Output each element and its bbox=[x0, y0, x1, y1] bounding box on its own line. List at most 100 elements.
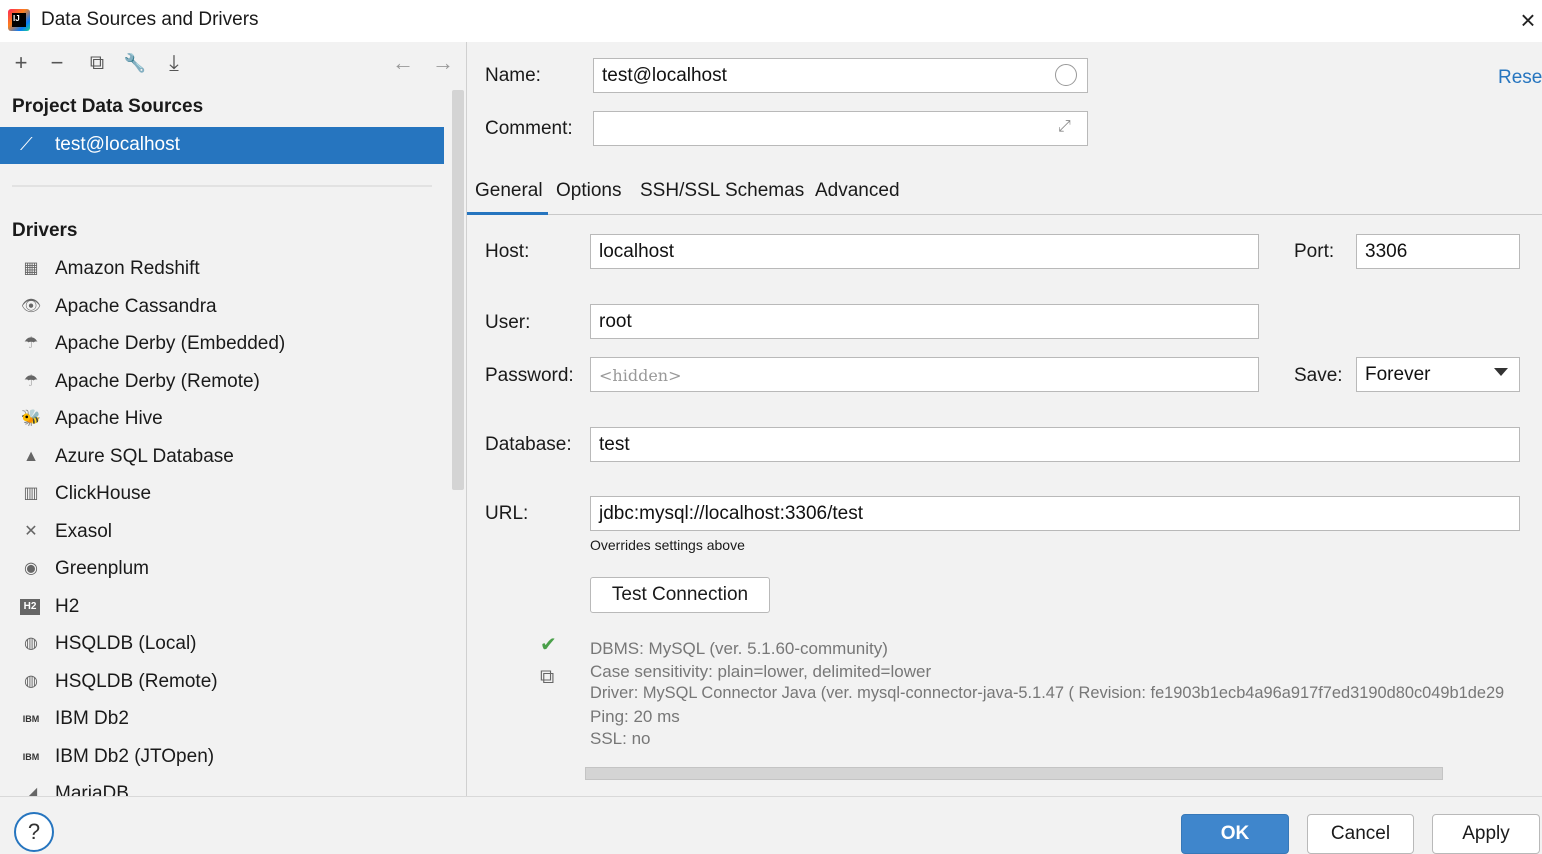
driver-item-ibm-db2-jtopen[interactable]: IBM IBM Db2 (JTOpen) bbox=[0, 740, 444, 777]
info-ssl: SSL: no bbox=[590, 729, 651, 748]
database-input[interactable]: test bbox=[590, 427, 1520, 462]
driver-label: MariaDB bbox=[55, 783, 129, 796]
window-title: Data Sources and Drivers bbox=[41, 9, 259, 30]
driver-item-hsqldb-local[interactable]: ◍ HSQLDB (Local) bbox=[0, 627, 444, 664]
check-icon: ✔ bbox=[540, 634, 557, 656]
driver-label: Apache Cassandra bbox=[55, 296, 217, 317]
driver-label: Apache Derby (Embedded) bbox=[55, 333, 286, 354]
info-driver: Driver: MySQL Connector Java (ver. mysql… bbox=[590, 684, 1505, 702]
driver-label: Azure SQL Database bbox=[55, 446, 234, 467]
url-note: Overrides settings above bbox=[590, 537, 745, 553]
apache-derby-icon: ☂ bbox=[23, 335, 39, 352]
comment-input[interactable] bbox=[593, 111, 1088, 146]
apache-cassandra-icon: 👁 bbox=[20, 298, 42, 315]
exasol-icon: ✕ bbox=[24, 523, 38, 540]
test-connection-button[interactable]: Test Connection bbox=[590, 577, 770, 613]
comment-label: Comment: bbox=[485, 118, 573, 139]
driver-label: ClickHouse bbox=[55, 483, 152, 504]
data-source-label: test@localhost bbox=[55, 134, 180, 155]
info-case-sensitivity: Case sensitivity: plain=lower, delimited… bbox=[590, 662, 932, 681]
import-icon[interactable]: ⤓ bbox=[161, 50, 187, 76]
user-label: User: bbox=[485, 312, 531, 333]
host-label: Host: bbox=[485, 241, 530, 262]
tab-schemas[interactable]: Schemas bbox=[725, 180, 804, 202]
mysql-dolphin-icon: ⟋ bbox=[20, 134, 33, 154]
driver-item-ibm-db2[interactable]: IBM IBM Db2 bbox=[0, 702, 444, 739]
close-icon[interactable]: × bbox=[1516, 6, 1540, 34]
active-tab-indicator bbox=[467, 212, 548, 215]
greenplum-icon: ◉ bbox=[24, 560, 38, 577]
save-label: Save: bbox=[1294, 365, 1343, 386]
driver-item-apache-hive[interactable]: 🐝 Apache Hive bbox=[0, 402, 444, 439]
driver-label: Apache Derby (Remote) bbox=[55, 371, 260, 392]
driver-item-greenplum[interactable]: ◉ Greenplum bbox=[0, 552, 444, 589]
port-input[interactable]: 3306 bbox=[1356, 234, 1520, 269]
hsqldb-icon: ◍ bbox=[24, 673, 38, 690]
tab-options[interactable]: Options bbox=[556, 180, 621, 202]
name-input[interactable]: test@localhost bbox=[593, 58, 1088, 93]
driver-label: Amazon Redshift bbox=[55, 258, 200, 279]
url-input[interactable]: jdbc:mysql://localhost:3306/test bbox=[590, 496, 1520, 531]
driver-label: IBM Db2 bbox=[55, 708, 129, 729]
driver-item-mariadb[interactable]: ◢ MariaDB bbox=[0, 777, 444, 796]
driver-item-apache-cassandra[interactable]: 👁 Apache Cassandra bbox=[0, 290, 444, 327]
color-circle-icon[interactable] bbox=[1055, 64, 1077, 86]
user-input[interactable]: root bbox=[590, 304, 1259, 339]
tab-ssh-ssl[interactable]: SSH/SSL bbox=[640, 180, 720, 202]
duplicate-icon[interactable]: ⧉ bbox=[84, 50, 110, 76]
password-label: Password: bbox=[485, 365, 574, 386]
hsqldb-icon: ◍ bbox=[24, 635, 38, 652]
remove-icon[interactable]: − bbox=[44, 50, 70, 76]
left-panel: + − ⧉ 🔧 ⤓ ← → Project Data Sources ⟋ tes… bbox=[0, 42, 467, 796]
chevron-down-icon bbox=[1494, 368, 1508, 376]
tab-general[interactable]: General bbox=[475, 180, 543, 202]
tab-advanced[interactable]: Advanced bbox=[815, 180, 900, 202]
driver-item-apache-derby-remote[interactable]: ☂ Apache Derby (Remote) bbox=[0, 365, 444, 402]
driver-item-clickhouse[interactable]: ▥ ClickHouse bbox=[0, 477, 444, 514]
info-ping: Ping: 20 ms bbox=[590, 707, 680, 726]
back-arrow-icon[interactable]: ← bbox=[390, 50, 416, 76]
password-input[interactable]: <hidden> bbox=[590, 357, 1259, 392]
amazon-redshift-icon: ▦ bbox=[23, 260, 39, 277]
drivers-title: Drivers bbox=[12, 220, 78, 241]
driver-label: HSQLDB (Local) bbox=[55, 633, 197, 654]
driver-label: Apache Hive bbox=[55, 408, 163, 429]
expand-icon[interactable]: ⤢ bbox=[1058, 118, 1080, 138]
tabs-divider bbox=[467, 214, 1542, 215]
wrench-icon[interactable]: 🔧 bbox=[122, 50, 148, 76]
driver-item-amazon-redshift[interactable]: ▦ Amazon Redshift bbox=[0, 252, 444, 289]
url-label: URL: bbox=[485, 503, 529, 524]
driver-item-hsqldb-remote[interactable]: ◍ HSQLDB (Remote) bbox=[0, 665, 444, 702]
apply-button[interactable]: Apply bbox=[1432, 814, 1540, 854]
mariadb-icon: ◢ bbox=[24, 785, 38, 796]
h2-icon: H2 bbox=[20, 599, 40, 615]
driver-label: H2 bbox=[55, 596, 80, 617]
ibm-db2-icon: IBM bbox=[22, 752, 40, 762]
reset-link[interactable]: Reset bbox=[1498, 67, 1542, 89]
copy-icon[interactable]: ⧉ bbox=[540, 666, 554, 689]
add-icon[interactable]: + bbox=[8, 50, 34, 76]
project-data-sources-title: Project Data Sources bbox=[12, 96, 204, 117]
app-logo-mark: IJ bbox=[12, 13, 26, 27]
data-source-item-test[interactable]: ⟋ test@localhost bbox=[0, 127, 444, 164]
horizontal-scrollbar[interactable] bbox=[585, 767, 1443, 780]
sidebar-scrollbar-thumb[interactable] bbox=[452, 90, 464, 490]
forward-arrow-icon[interactable]: → bbox=[430, 50, 456, 76]
info-dbms: DBMS: MySQL (ver. 5.1.60-community) bbox=[590, 639, 888, 658]
driver-item-azure-sql[interactable]: ▲ Azure SQL Database bbox=[0, 440, 444, 477]
driver-label: IBM Db2 (JTOpen) bbox=[55, 746, 215, 767]
driver-label: Exasol bbox=[55, 521, 113, 542]
database-label: Database: bbox=[485, 434, 572, 455]
ok-button[interactable]: OK bbox=[1181, 814, 1289, 854]
driver-label: HSQLDB (Remote) bbox=[55, 671, 218, 692]
apache-derby-icon: ☂ bbox=[23, 373, 39, 390]
driver-item-apache-derby-embedded[interactable]: ☂ Apache Derby (Embedded) bbox=[0, 327, 444, 364]
azure-icon: ▲ bbox=[23, 448, 39, 465]
host-input[interactable]: localhost bbox=[590, 234, 1259, 269]
cancel-button[interactable]: Cancel bbox=[1307, 814, 1414, 854]
help-button[interactable]: ? bbox=[14, 812, 54, 852]
driver-item-exasol[interactable]: ✕ Exasol bbox=[0, 515, 444, 552]
clickhouse-icon: ▥ bbox=[23, 485, 39, 502]
apache-hive-icon: 🐝 bbox=[21, 410, 41, 427]
driver-item-h2[interactable]: H2 H2 bbox=[0, 590, 444, 627]
